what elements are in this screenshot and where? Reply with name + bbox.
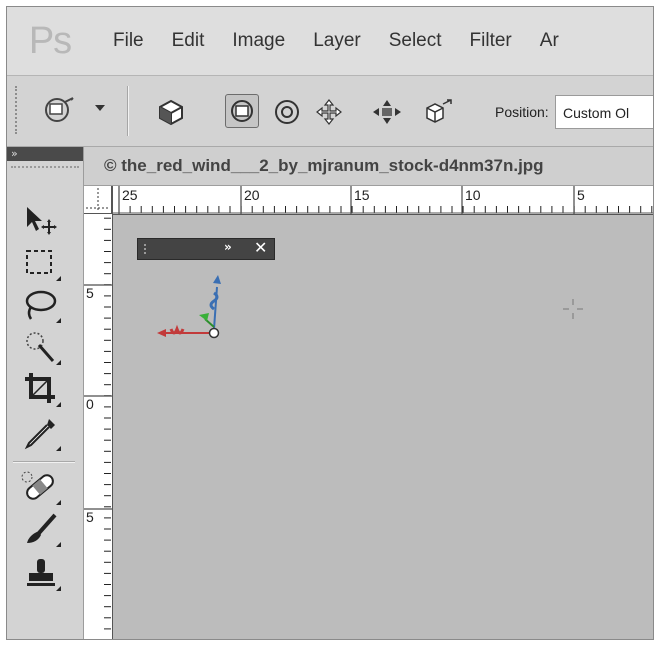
expand-icon[interactable]: » bbox=[224, 240, 232, 254]
menu-select[interactable]: Select bbox=[389, 30, 442, 52]
3d-rotate-icon bbox=[45, 97, 74, 122]
options-bar-grip[interactable] bbox=[15, 86, 20, 134]
crosshair-cursor-icon bbox=[563, 299, 583, 319]
menu-edit[interactable]: Edit bbox=[172, 30, 205, 52]
tools-panel: » bbox=[7, 147, 84, 639]
tools-panel-collapse[interactable]: » bbox=[7, 147, 83, 161]
ruler-label-v0: 0 bbox=[86, 396, 94, 412]
quick-select-tool[interactable] bbox=[19, 327, 63, 367]
vertical-ruler[interactable]: 5 0 5 bbox=[84, 186, 113, 639]
3d-axis-widget-bar[interactable]: » ✕ bbox=[137, 238, 275, 260]
ruler-label-20: 20 bbox=[244, 187, 260, 203]
tool-preset-picker[interactable] bbox=[37, 88, 97, 132]
menu-filter[interactable]: Filter bbox=[470, 30, 512, 52]
menu-layer[interactable]: Layer bbox=[313, 30, 361, 52]
divider bbox=[127, 86, 128, 136]
lasso-tool[interactable] bbox=[19, 285, 63, 325]
move-icon bbox=[27, 207, 57, 235]
document-canvas[interactable] bbox=[113, 215, 654, 640]
marquee-tool[interactable] bbox=[19, 243, 63, 283]
ruler-label-15: 15 bbox=[354, 187, 370, 203]
ps-logo: Ps bbox=[28, 19, 72, 62]
ruler-label-v5b: 5 bbox=[86, 509, 94, 525]
document-title: © the_red_wind___2_by_mjranum_stock-d4nm… bbox=[104, 156, 544, 175]
options-bar: Position: Custom Ol bbox=[7, 76, 653, 147]
3d-slide-icon[interactable] bbox=[369, 96, 401, 128]
menu-image[interactable]: Image bbox=[232, 30, 285, 52]
ruler-origin[interactable] bbox=[84, 186, 112, 214]
3d-object-icon[interactable] bbox=[155, 96, 187, 128]
menu-analysis[interactable]: Ar bbox=[540, 30, 559, 52]
vertical-ruler-ticks bbox=[84, 195, 112, 630]
tools-panel-grip[interactable] bbox=[11, 166, 79, 174]
close-icon[interactable]: ✕ bbox=[254, 238, 267, 257]
3d-scale-icon[interactable] bbox=[421, 96, 453, 128]
crop-tool[interactable] bbox=[19, 369, 63, 409]
3d-pan-icon[interactable] bbox=[313, 96, 345, 128]
document-tab[interactable]: © the_red_wind___2_by_mjranum_stock-d4nm… bbox=[84, 147, 653, 186]
ruler-label-v5: 5 bbox=[86, 285, 94, 301]
menu-bar: Ps File Edit Image Layer Select Filter A… bbox=[7, 7, 653, 76]
widget-grip[interactable] bbox=[144, 244, 150, 254]
menu-file[interactable]: File bbox=[113, 30, 144, 52]
ruler-label-5: 5 bbox=[577, 187, 585, 203]
clone-stamp-tool[interactable] bbox=[19, 553, 63, 593]
brush-tool[interactable] bbox=[19, 509, 63, 549]
healing-brush-tool[interactable] bbox=[19, 467, 63, 507]
divider bbox=[13, 461, 75, 462]
ruler-label-25: 25 bbox=[122, 187, 138, 203]
3d-axis-gizmo[interactable] bbox=[113, 215, 654, 640]
position-label: Position: bbox=[495, 104, 549, 120]
ruler-label-10: 10 bbox=[465, 187, 481, 203]
photoshop-window: Ps File Edit Image Layer Select Filter A… bbox=[6, 6, 654, 640]
move-tool[interactable] bbox=[19, 201, 63, 241]
eyedropper-tool[interactable] bbox=[19, 413, 63, 453]
chevron-down-icon[interactable] bbox=[95, 105, 105, 111]
3d-roll-icon[interactable] bbox=[271, 96, 303, 128]
3d-rotate-mode-icon[interactable] bbox=[225, 94, 259, 128]
position-select[interactable]: Custom Ol bbox=[555, 95, 653, 129]
horizontal-ruler[interactable]: 25 20 15 10 5 bbox=[84, 186, 653, 215]
